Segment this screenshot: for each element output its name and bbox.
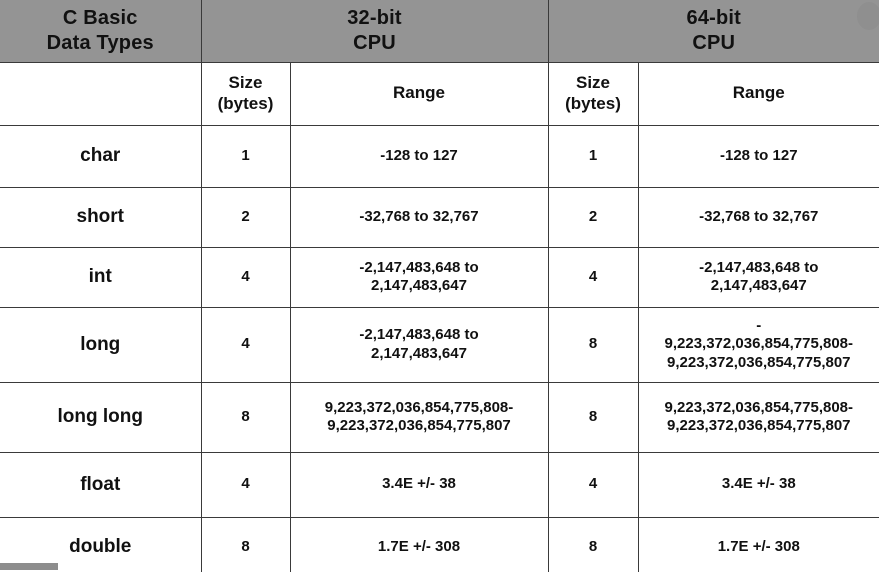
cell-range-64bit: 3.4E +/- 38	[637, 451, 879, 518]
range-line-0: -2,147,483,648 to	[359, 326, 479, 344]
cell-range-32bit: 9,223,372,036,854,775,808- 9,223,372,036,…	[289, 381, 549, 453]
table-row: char 1 -128 to 127 1 -128 to 127	[0, 124, 879, 188]
range-line-1: 9,223,372,036,854,775,808-	[664, 335, 854, 353]
range-line-1: 2,147,483,647	[710, 277, 807, 294]
cell-range-32bit: 1.7E +/- 308	[289, 516, 549, 572]
range-line-0: -128 to 127	[380, 146, 458, 164]
range-line-0: -2,147,483,648 to	[359, 258, 479, 276]
range-line-1: 2,147,483,647	[371, 277, 467, 294]
subheader-size-unit: (bytes)	[217, 93, 274, 113]
header-line1: 32-bit	[347, 7, 402, 30]
header-line1: C Basic	[62, 7, 138, 30]
cell-size-64bit: 2	[547, 186, 639, 248]
cell-type-name: long long	[0, 381, 202, 453]
cell-type-name: long	[0, 306, 202, 383]
subheader-size-32bit: Size (bytes)	[200, 61, 291, 126]
cell-range-64bit: -32,768 to 32,767	[637, 186, 879, 248]
cell-type-name: short	[0, 186, 202, 248]
cell-range-32bit: -2,147,483,648 to 2,147,483,647	[289, 306, 549, 383]
cell-size-64bit: 8	[547, 516, 639, 572]
range-line-0: 3.4E +/- 38	[382, 475, 456, 493]
cell-size-64bit: 1	[547, 124, 639, 188]
range-line-2: 9,223,372,036,854,775,807	[667, 353, 851, 371]
cell-type-name: float	[0, 451, 202, 518]
subheader-size-64bit: Size (bytes)	[547, 61, 639, 126]
range-line-0: -32,768 to 32,767	[359, 207, 479, 225]
range-line-0: 1.7E +/- 308	[717, 537, 800, 555]
cell-range-64bit: -2,147,483,648 to 2,147,483,647	[637, 246, 879, 308]
range-line-0: -	[756, 317, 762, 335]
cell-size-32bit: 4	[200, 246, 291, 308]
cell-size-32bit: 8	[200, 381, 291, 453]
header-c-basic-data-types: C Basic Data Types	[0, 0, 202, 63]
table-row: long long 8 9,223,372,036,854,775,808- 9,…	[0, 381, 879, 453]
cell-range-32bit: -2,147,483,648 to 2,147,483,647	[289, 246, 549, 308]
table-header-group-row: C Basic Data Types 32-bit CPU 64-bit CPU	[0, 0, 879, 63]
cell-size-64bit: 8	[547, 306, 639, 383]
cell-range-64bit: -9,223,372,036,854,775,808- 9,223,372,036…	[637, 306, 879, 383]
cell-range-32bit: -128 to 127	[289, 124, 549, 188]
header-line2: CPU	[692, 31, 736, 54]
table-subheader-row: Size (bytes) Range Size (bytes) Range	[0, 61, 879, 126]
table-row: float 4 3.4E +/- 38 4 3.4E +/- 38	[0, 451, 879, 518]
range-line-0: 9,223,372,036,854,775,808-	[324, 398, 514, 416]
range-line-1: 2,147,483,647	[371, 344, 467, 362]
cell-size-32bit: 4	[200, 306, 291, 383]
table-row: double 8 1.7E +/- 308 8 1.7E +/- 308	[0, 516, 879, 572]
range-line-0: -2,147,483,648 to	[699, 258, 819, 276]
cell-size-32bit: 1	[200, 124, 291, 188]
range-line-1: 9,223,372,036,854,775,807	[667, 417, 851, 434]
cell-size-32bit: 2	[200, 186, 291, 248]
cell-range-32bit: -32,768 to 32,767	[289, 186, 549, 248]
subheader-size-unit: (bytes)	[565, 93, 621, 113]
range-line-0: 9,223,372,036,854,775,808-	[664, 398, 854, 416]
c-basic-data-types-table: C Basic Data Types 32-bit CPU 64-bit CPU…	[0, 0, 879, 572]
bottom-edge-bar	[0, 563, 58, 570]
range-line-0: 1.7E +/- 308	[377, 537, 461, 555]
cell-size-32bit: 4	[200, 451, 291, 518]
header-line2: CPU	[353, 31, 396, 54]
range-line-0: -32,768 to 32,767	[699, 207, 819, 225]
cell-type-name: char	[0, 124, 202, 188]
cell-range-64bit: 9,223,372,036,854,775,808- 9,223,372,036,…	[637, 381, 879, 453]
range-line-1: 9,223,372,036,854,775,807	[327, 417, 511, 434]
cell-size-64bit: 8	[547, 381, 639, 453]
range-line-0: 3.4E +/- 38	[721, 475, 796, 493]
cell-size-32bit: 8	[200, 516, 291, 572]
cell-range-64bit: -128 to 127	[637, 124, 879, 188]
header-line2: Data Types	[46, 31, 154, 54]
subheader-range-32bit: Range	[289, 61, 549, 126]
table-row: long 4 -2,147,483,648 to 2,147,483,647 8 …	[0, 306, 879, 383]
subheader-blank	[0, 61, 202, 126]
cell-type-name: int	[0, 246, 202, 308]
subheader-size-label: Size	[576, 72, 611, 92]
header-line1: 64-bit	[686, 7, 742, 30]
table-row: int 4 -2,147,483,648 to 2,147,483,647 4 -…	[0, 246, 879, 308]
cell-range-32bit: 3.4E +/- 38	[289, 451, 549, 518]
page-root: C Basic Data Types 32-bit CPU 64-bit CPU…	[0, 0, 879, 572]
subheader-range-64bit: Range	[637, 61, 879, 126]
cell-size-64bit: 4	[547, 246, 639, 308]
table-row: short 2 -32,768 to 32,767 2 -32,768 to 3…	[0, 186, 879, 248]
header-32bit-cpu: 32-bit CPU	[200, 0, 549, 63]
range-line-0: -128 to 127	[720, 146, 798, 164]
header-64bit-cpu: 64-bit CPU	[547, 0, 879, 63]
cell-size-64bit: 4	[547, 451, 639, 518]
subheader-size-label: Size	[228, 72, 263, 92]
cell-range-64bit: 1.7E +/- 308	[637, 516, 879, 572]
